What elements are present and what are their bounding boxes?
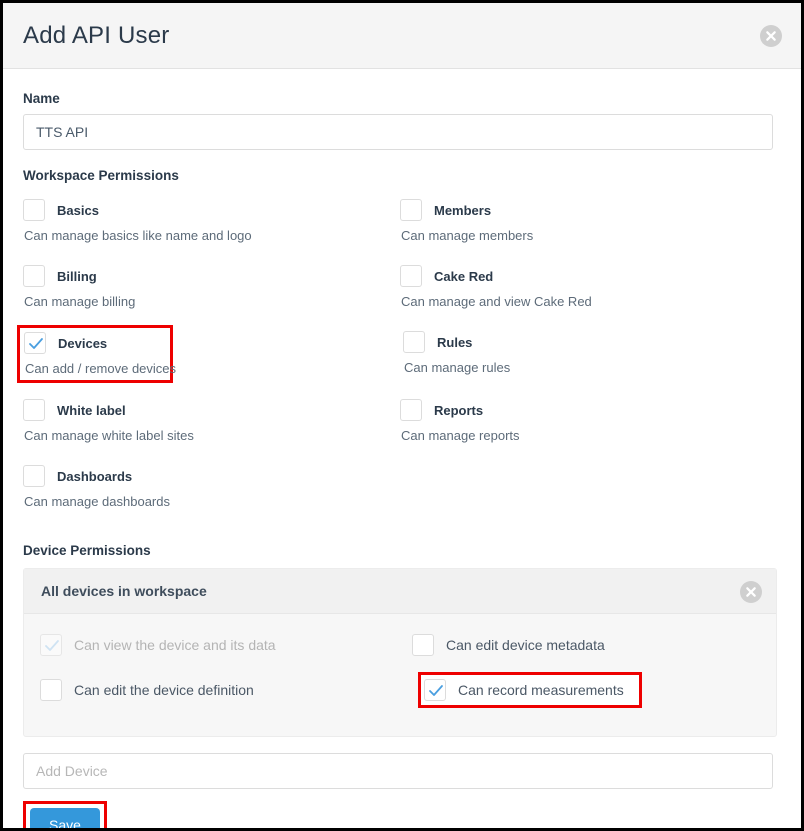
name-label: Name — [23, 91, 60, 106]
device-permissions-panel: All devices in workspace Can view the de… — [23, 568, 777, 737]
permission-description: Can manage billing — [24, 294, 136, 309]
permission-label: Cake Red — [434, 268, 494, 284]
checkbox-can-edit-metadata[interactable] — [412, 634, 434, 656]
permission-description: Can add / remove devices — [25, 361, 177, 376]
modal-body: Name Workspace Permissions Basics Can ma… — [3, 91, 801, 828]
device-permission-label: Can record measurements — [458, 682, 624, 698]
add-device-wrap — [23, 753, 781, 789]
checkbox-can-edit-definition[interactable] — [40, 679, 62, 701]
checkbox-dashboards[interactable] — [23, 465, 45, 487]
device-permission-row: Can view the device and its data Can edi… — [40, 628, 760, 662]
workspace-permissions-title: Workspace Permissions — [23, 168, 179, 183]
permission-label: Devices — [58, 335, 108, 351]
checkbox-members[interactable] — [400, 199, 422, 221]
checkbox-white-label[interactable] — [23, 399, 45, 421]
permission-description: Can manage members — [401, 228, 534, 243]
permission-basics[interactable]: Basics Can manage basics like name and l… — [17, 193, 400, 249]
permission-description: Can manage basics like name and logo — [24, 228, 252, 243]
permission-description: Can manage dashboards — [24, 494, 170, 509]
checkbox-can-record-measurements[interactable] — [424, 679, 446, 701]
save-button[interactable]: Save — [30, 808, 100, 828]
page-title: Add API User — [23, 22, 170, 49]
checkbox-cake-red[interactable] — [400, 265, 422, 287]
permission-devices[interactable]: Devices Can add / remove devices — [17, 325, 177, 383]
permission-label: Members — [434, 202, 492, 218]
device-permission-row: Can edit the device definition Can recor… — [40, 672, 760, 708]
checkbox-basics[interactable] — [23, 199, 45, 221]
permission-dashboards[interactable]: Dashboards Can manage dashboards — [17, 459, 403, 515]
permission-label: White label — [57, 402, 126, 418]
device-panel-title: All devices in workspace — [41, 583, 207, 599]
permission-row: Billing Can manage billing Cake Red Can … — [23, 259, 777, 325]
permission-row: Dashboards Can manage dashboards — [23, 459, 777, 525]
device-panel-header: All devices in workspace — [24, 569, 776, 614]
checkbox-reports[interactable] — [400, 399, 422, 421]
checkbox-can-view-device — [40, 634, 62, 656]
device-permission-edit-definition[interactable]: Can edit the device definition — [35, 672, 401, 708]
device-permission-record-measurements[interactable]: Can record measurements — [418, 672, 642, 708]
name-input[interactable] — [23, 114, 773, 150]
device-permission-edit-metadata[interactable]: Can edit device metadata — [407, 628, 760, 662]
device-permission-view: Can view the device and its data — [35, 628, 388, 662]
permission-cake-red[interactable]: Cake Red Can manage and view Cake Red — [394, 259, 777, 315]
permission-white-label[interactable]: White label Can manage white label sites — [17, 393, 400, 449]
permission-row: Basics Can manage basics like name and l… — [23, 193, 777, 259]
close-icon[interactable] — [760, 25, 782, 47]
permission-description: Can manage and view Cake Red — [401, 294, 592, 309]
device-permission-label: Can edit the device definition — [74, 682, 254, 698]
permission-label: Dashboards — [57, 468, 133, 484]
add-device-input[interactable] — [23, 753, 773, 789]
permission-description: Can manage reports — [401, 428, 520, 443]
permission-row: White label Can manage white label sites… — [23, 393, 777, 459]
panel-close-icon[interactable] — [740, 581, 762, 603]
checkbox-rules[interactable] — [403, 331, 425, 353]
add-api-user-modal: Add API User Name Workspace Permissions … — [3, 3, 801, 828]
permission-row: Devices Can add / remove devices Rules C… — [17, 325, 777, 393]
permission-label: Billing — [57, 268, 97, 284]
permission-description: Can manage white label sites — [24, 428, 194, 443]
permission-rules[interactable]: Rules Can manage rules — [397, 325, 777, 383]
device-permissions-title: Device Permissions — [23, 543, 151, 558]
workspace-permissions-grid: Basics Can manage basics like name and l… — [17, 193, 777, 525]
checkbox-devices[interactable] — [24, 332, 46, 354]
device-panel-body: Can view the device and its data Can edi… — [24, 614, 776, 736]
permission-label: Basics — [57, 202, 99, 218]
device-permission-label: Can edit device metadata — [446, 637, 605, 653]
permission-members[interactable]: Members Can manage members — [394, 193, 777, 249]
permission-billing[interactable]: Billing Can manage billing — [17, 259, 400, 315]
modal-header: Add API User — [3, 3, 801, 69]
permission-reports[interactable]: Reports Can manage reports — [394, 393, 777, 449]
permission-description: Can manage rules — [404, 360, 511, 375]
save-highlight: Save — [23, 801, 107, 828]
permission-label: Rules — [437, 334, 473, 350]
device-permission-label: Can view the device and its data — [74, 637, 276, 653]
permission-label: Reports — [434, 402, 484, 418]
checkbox-billing[interactable] — [23, 265, 45, 287]
